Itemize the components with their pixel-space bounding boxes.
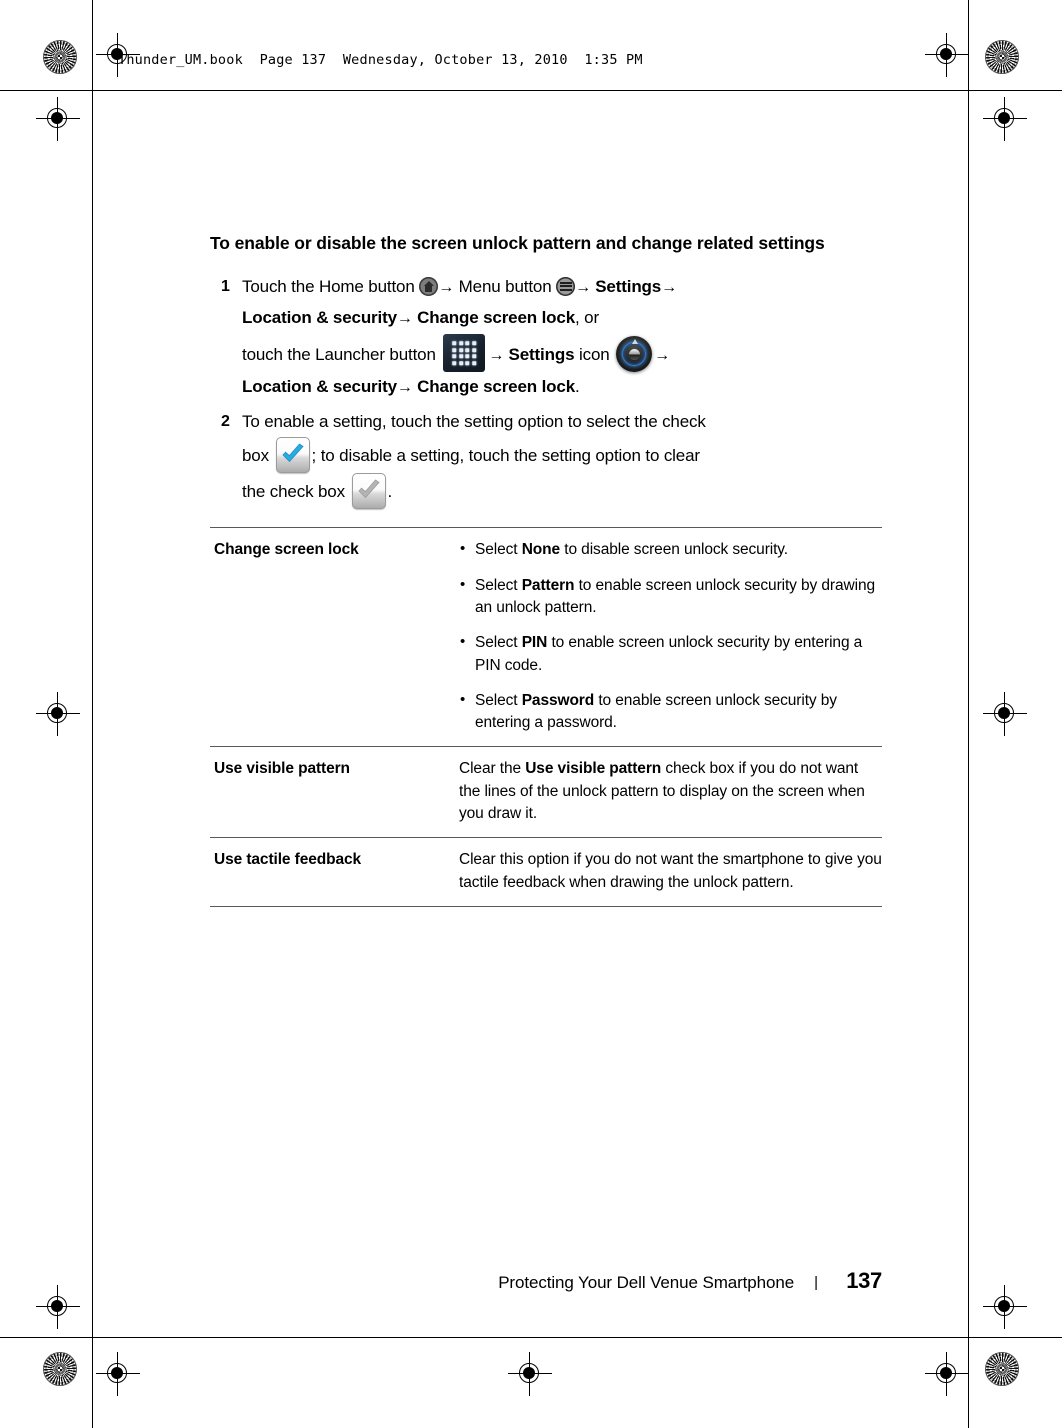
- option-value: None: [521, 541, 561, 559]
- trim-line-bottom: [0, 1337, 1062, 1338]
- step1-tail-period: .: [575, 377, 580, 397]
- setting-description: Clear the Use visible pattern check box …: [457, 747, 882, 838]
- step1-bold-settings-2: Settings: [508, 345, 575, 365]
- registration-crosshair-lower-right: [983, 1285, 1027, 1329]
- trim-line-top: [0, 90, 1062, 91]
- procedure-step-2: 2 To enable a setting, touch the setting…: [210, 407, 886, 510]
- step1-bold-location-security: Location & security: [242, 308, 397, 328]
- registration-crosshair-bottom-right: [925, 1352, 969, 1396]
- step1-text-part-a: Touch the Home button: [242, 277, 420, 297]
- step1-text-icon-word: icon: [574, 345, 615, 365]
- registration-crosshair-bottom-center: [508, 1352, 552, 1396]
- setting-description: Select None to disable screen unlock sec…: [457, 528, 882, 747]
- step1-arrow-7: →: [396, 379, 418, 397]
- step1-arrow-3: →: [661, 279, 677, 297]
- setting-name: Change screen lock: [214, 541, 359, 559]
- option-value: PIN: [521, 634, 548, 652]
- step1-arrow-1: →: [438, 279, 455, 297]
- page-footer: Protecting Your Dell Venue Smartphone | …: [210, 1268, 882, 1294]
- step1-tail-or: , or: [575, 308, 599, 328]
- desc-pre: Clear this option if you do not want the…: [459, 851, 882, 891]
- step1-bold-change-screen-lock-2: Change screen lock: [417, 377, 575, 397]
- step1-arrow-6: →: [654, 347, 670, 365]
- registration-rosette-bottom-right: [985, 1352, 1019, 1386]
- page-content: To enable or disable the screen unlock p…: [210, 232, 886, 907]
- list-item: Select None to disable screen unlock sec…: [459, 538, 882, 561]
- option-pre: Select: [475, 541, 522, 559]
- settings-dial-icon: [616, 336, 653, 373]
- step2-line-1: To enable a setting, touch the setting o…: [242, 412, 706, 432]
- step1-arrow-2: →: [575, 279, 596, 297]
- launcher-grid-icon: [443, 334, 486, 373]
- registration-rosette-top-right: [985, 40, 1019, 74]
- step-text: Touch the Home button → Menu button → Se…: [242, 272, 886, 403]
- registration-crosshair-bottom-left: [96, 1352, 140, 1396]
- setting-options-list: Select None to disable screen unlock sec…: [459, 538, 882, 735]
- home-button-icon: [419, 277, 439, 297]
- step2-text-checkbox: the check box: [242, 482, 350, 502]
- registration-rosette-top-left: [43, 40, 77, 74]
- registration-crosshair-top-right: [925, 33, 969, 77]
- step-number: 2: [221, 413, 230, 431]
- menu-button-icon: [556, 277, 576, 297]
- step1-bold-settings: Settings: [595, 277, 662, 297]
- table-row: Change screen lock Select None to disabl…: [210, 527, 882, 747]
- option-pre: Select: [475, 634, 522, 652]
- procedure-step-1: 1 Touch the Home button → Menu button → …: [210, 272, 886, 403]
- setting-description: Clear this option if you do not want the…: [457, 838, 882, 907]
- registration-crosshair-upper-right: [983, 97, 1027, 141]
- step1-arrow-5: →: [488, 347, 509, 365]
- setting-name: Use tactile feedback: [214, 851, 362, 869]
- step2-text-disable: ; to disable a setting, touch the settin…: [311, 446, 701, 466]
- step1-bold-change-screen-lock: Change screen lock: [417, 308, 575, 328]
- registration-crosshair-upper-left: [36, 97, 80, 141]
- trim-line-left: [92, 0, 93, 1428]
- step1-text-part-b: Menu button: [454, 277, 557, 297]
- footer-separator: |: [814, 1274, 818, 1291]
- registration-crosshair-lower-left: [36, 1285, 80, 1329]
- page-number: 137: [846, 1268, 882, 1293]
- footer-chapter-title: Protecting Your Dell Venue Smartphone: [498, 1273, 795, 1292]
- registration-crosshair-middle-right: [983, 692, 1027, 736]
- option-pre: Select: [475, 576, 522, 594]
- checkbox-cleared-icon: [351, 473, 386, 510]
- option-post: to disable screen unlock security.: [560, 541, 789, 559]
- step-number: 1: [221, 278, 230, 296]
- file-header-stamp: Thunder_UM.book Page 137 Wednesday, Octo…: [118, 52, 643, 68]
- desc-pre: Clear the: [459, 760, 526, 778]
- registration-crosshair-middle-left: [36, 692, 80, 736]
- settings-reference-table: Change screen lock Select None to disabl…: [210, 527, 882, 907]
- registration-rosette-bottom-left: [43, 1352, 77, 1386]
- desc-bold: Use visible pattern: [525, 760, 662, 778]
- step2-tail-period: .: [387, 482, 393, 502]
- table-row: Use visible pattern Clear the Use visibl…: [210, 746, 882, 838]
- setting-name: Use visible pattern: [214, 760, 350, 778]
- step1-arrow-4: →: [396, 310, 418, 328]
- step2-text-box: box: [242, 446, 274, 466]
- option-pre: Select: [475, 691, 522, 709]
- section-heading: To enable or disable the screen unlock p…: [210, 233, 825, 253]
- checkbox-checked-icon: [275, 437, 310, 474]
- option-value: Password: [521, 691, 595, 709]
- step1-bold-location-security-2: Location & security: [242, 377, 397, 397]
- trim-line-right: [968, 0, 969, 1428]
- list-item: Select Pattern to enable screen unlock s…: [459, 574, 882, 620]
- list-item: Select PIN to enable screen unlock secur…: [459, 631, 882, 677]
- table-row: Use tactile feedback Clear this option i…: [210, 837, 882, 907]
- option-value: Pattern: [521, 576, 575, 594]
- step-text: To enable a setting, touch the setting o…: [242, 407, 886, 510]
- step1-text-launcher: touch the Launcher button: [242, 345, 441, 365]
- list-item: Select Password to enable screen unlock …: [459, 689, 882, 735]
